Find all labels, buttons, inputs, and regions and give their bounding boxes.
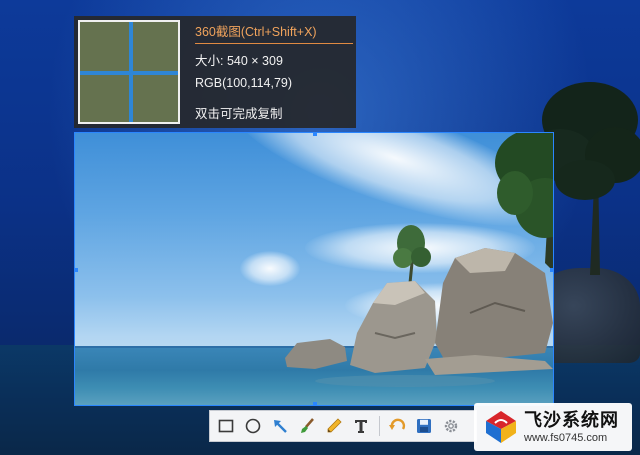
ellipse-tool[interactable]: [240, 413, 266, 439]
capture-title: 360截图(Ctrl+Shift+X): [195, 23, 353, 44]
undo-tool[interactable]: [384, 413, 410, 439]
resize-handle-top[interactable]: [313, 133, 317, 136]
resize-handle-left[interactable]: [75, 268, 78, 272]
site-logo-icon: [486, 411, 516, 443]
island-rocks-and-tree: [285, 133, 553, 387]
site-watermark: 飞沙系统网 www.fs0745.com: [474, 403, 632, 451]
capture-selection-area[interactable]: [74, 132, 554, 406]
rectangle-icon: [218, 419, 234, 433]
toolbar-divider: [379, 416, 380, 436]
watermark-site-name: 飞沙系统网: [524, 410, 619, 430]
rectangle-tool[interactable]: [213, 413, 239, 439]
magnifier-preview: [78, 20, 180, 124]
save-tool[interactable]: [411, 413, 437, 439]
brush-icon: [301, 418, 314, 433]
pixel-rgb-value: RGB(100,114,79): [195, 76, 293, 90]
resize-handle-bottom[interactable]: [313, 402, 317, 405]
pencil-tool[interactable]: [321, 413, 347, 439]
arrow-icon: [274, 420, 287, 433]
info-text: 360截图(Ctrl+Shift+X) 大小: 540 × 309 RGB(10…: [195, 23, 353, 122]
watermark-text: 飞沙系统网 www.fs0745.com: [524, 409, 619, 445]
ellipse-icon: [245, 418, 261, 434]
selection-size: 大小: 540 × 309: [195, 54, 283, 68]
resize-handle-right[interactable]: [550, 268, 553, 272]
watermark-site-url: www.fs0745.com: [524, 432, 608, 444]
capture-info-panel: 360截图(Ctrl+Shift+X) 大小: 540 × 309 RGB(10…: [74, 16, 356, 128]
text-icon: [355, 420, 367, 433]
brush-tool[interactable]: [294, 413, 320, 439]
undo-icon: [389, 418, 406, 430]
arrow-tool[interactable]: [267, 413, 293, 439]
magnifier-crosshair-horizontal: [80, 71, 178, 75]
save-icon: [417, 419, 431, 433]
pencil-icon: [327, 418, 342, 433]
text-tool[interactable]: [348, 413, 374, 439]
gear-icon: [444, 419, 458, 433]
capture-toolbar: [209, 410, 477, 442]
settings-tool[interactable]: [438, 413, 464, 439]
copy-hint: 双击可完成复制: [195, 107, 283, 121]
